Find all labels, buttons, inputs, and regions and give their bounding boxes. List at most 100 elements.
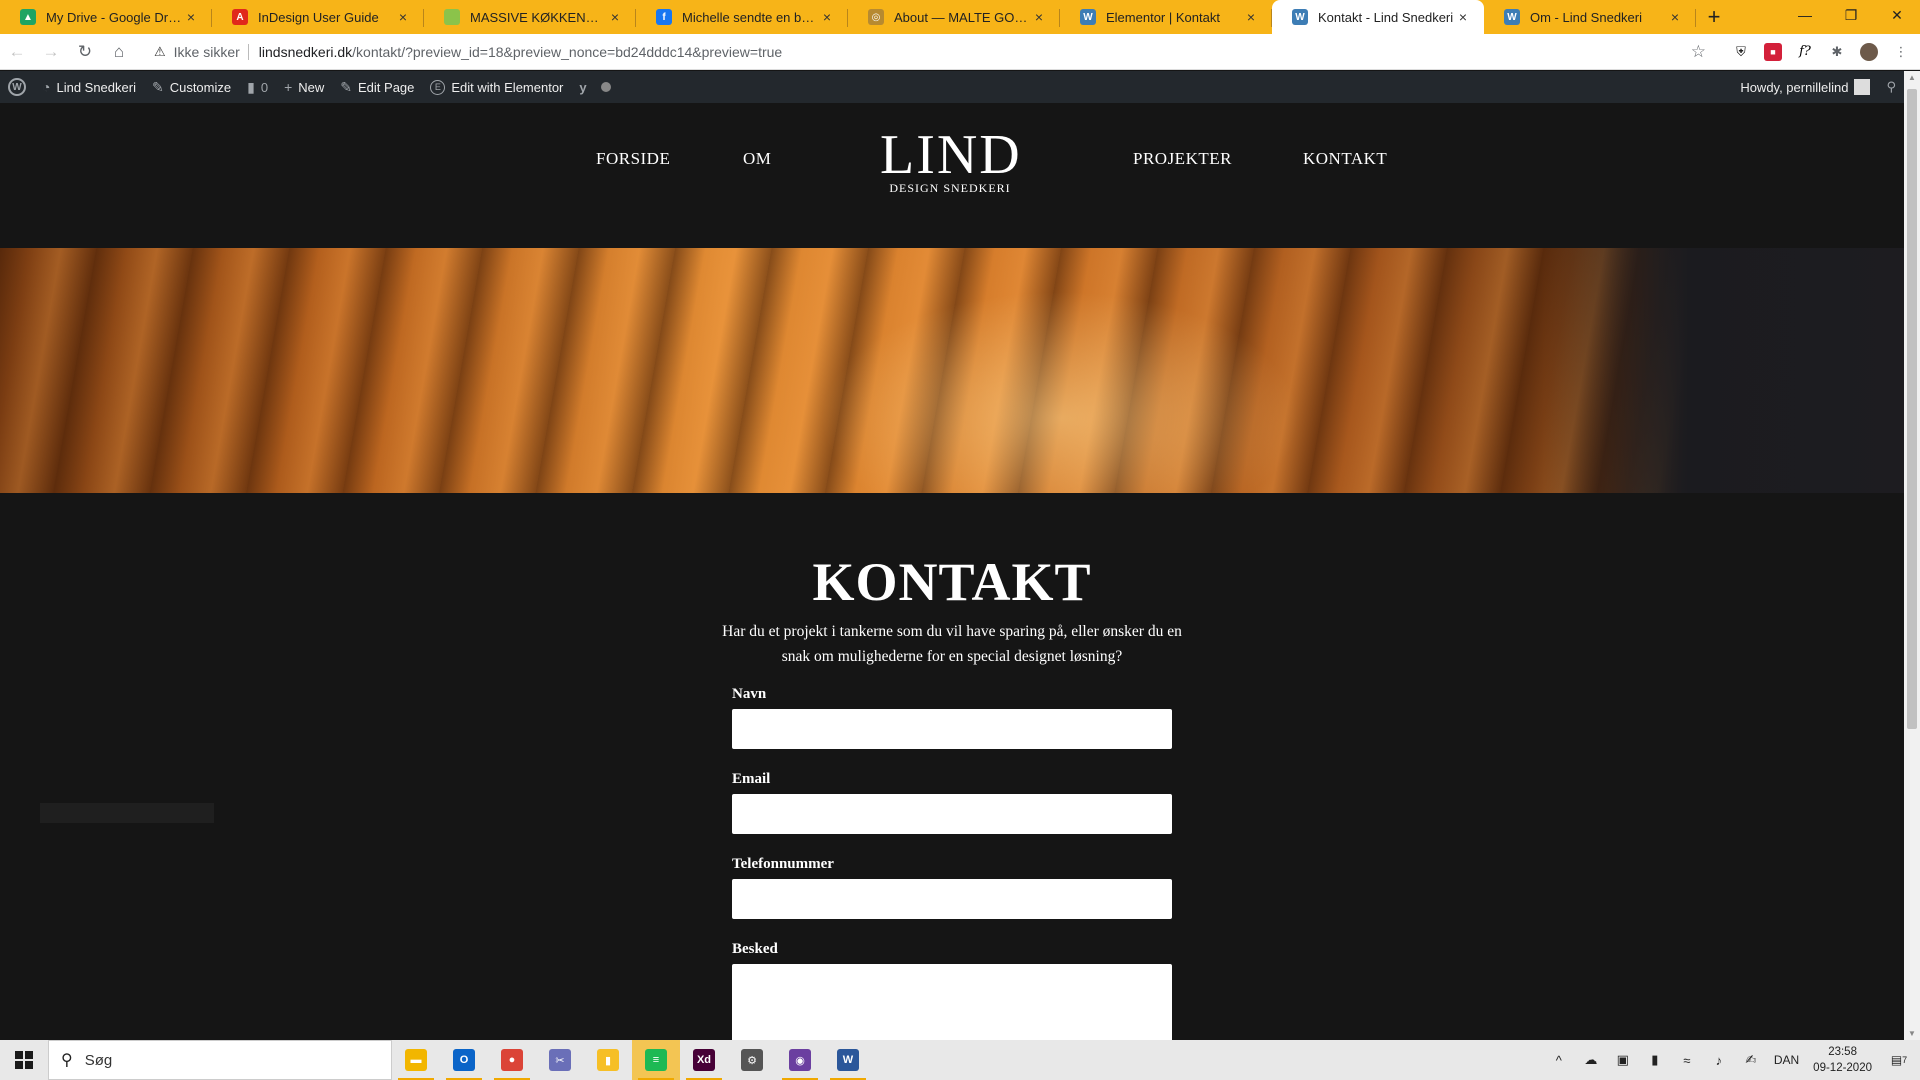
yoast-seo-icon[interactable]: y xyxy=(571,71,618,103)
contact-intro-text: Har du et projekt i tankerne som du vil … xyxy=(722,623,1182,665)
scroll-down-arrow-icon[interactable]: ▼ xyxy=(1908,1029,1916,1038)
file-explorer-icon: ▬ xyxy=(405,1049,427,1071)
new-tab-button[interactable]: + xyxy=(1696,0,1732,34)
tab-favicon-icon: W xyxy=(1080,9,1096,25)
name-field[interactable] xyxy=(732,709,1172,749)
message-field[interactable] xyxy=(732,964,1172,1040)
taskbar-app-google-keep[interactable]: ▮ xyxy=(584,1040,632,1080)
url-path: /kontakt/?preview_id=18&preview_nonce=bd… xyxy=(352,43,783,60)
address-bar[interactable]: ⚠ Ikke sikker lindsnedkeri.dk/kontakt/?p… xyxy=(144,38,1716,66)
cloud-icon[interactable]: ☁ xyxy=(1582,1052,1600,1068)
scroll-up-arrow-icon[interactable]: ▲ xyxy=(1908,73,1916,82)
taskbar-app-snipping-tool[interactable]: ✂ xyxy=(536,1040,584,1080)
taskbar-search[interactable]: ⚲ Søg xyxy=(48,1040,392,1080)
url-host: lindsnedkeri.dk xyxy=(258,43,353,60)
tab-title: Elementor | Kontakt xyxy=(1106,9,1220,25)
bookmark-star-icon[interactable]: ☆ xyxy=(1691,42,1706,62)
browser-tab[interactable]: f Michelle sendte en besked× xyxy=(636,0,848,34)
taskbar-app-word[interactable]: W xyxy=(824,1040,872,1080)
search-icon: ⚲ xyxy=(61,1052,73,1069)
seo-status-dot xyxy=(600,82,611,92)
edit-with-elementor-link[interactable]: E Edit with Elementor xyxy=(422,71,571,103)
back-button[interactable]: ← xyxy=(0,35,34,69)
browser-tab[interactable]: W Elementor | Kontakt × xyxy=(1060,0,1272,34)
snipping-tool-icon: ✂ xyxy=(549,1049,571,1071)
volume-icon[interactable]: ♪ xyxy=(1710,1053,1728,1068)
start-button[interactable] xyxy=(0,1040,48,1080)
tab-close-icon[interactable]: × xyxy=(394,9,412,25)
profile-avatar[interactable] xyxy=(1860,42,1878,61)
page-scrollbar[interactable]: ▲ ▼ xyxy=(1904,71,1920,1040)
clock[interactable]: 23:58 09-12-2020 xyxy=(1813,1044,1872,1076)
font-extension-icon[interactable]: f? xyxy=(1796,43,1814,61)
site-name-link[interactable]: ◔ Lind Snedkeri xyxy=(34,71,144,103)
browser-tab[interactable]: W Om - Lind Snedkeri × xyxy=(1484,0,1696,34)
browser-menu-icon[interactable]: ⋮ xyxy=(1892,43,1910,61)
taskbar-app-file-explorer[interactable]: ▬ xyxy=(392,1040,440,1080)
browser-tab[interactable]: A InDesign User Guide × xyxy=(212,0,424,34)
comments-link[interactable]: ▮ 0 xyxy=(239,71,276,103)
browser-tab-strip: ▲ My Drive - Google Drive × A InDesign User … xyxy=(0,0,1920,34)
close-window-button[interactable]: ✕ xyxy=(1874,0,1920,30)
edit-page-label: Edit Page xyxy=(358,79,415,95)
tab-title: Kontakt - Lind Snedkeri xyxy=(1318,9,1454,25)
tab-title: My Drive - Google Drive xyxy=(46,9,182,25)
user-avatar xyxy=(1854,79,1871,95)
nav-forside[interactable]: FORSIDE xyxy=(596,149,670,169)
battery-icon[interactable]: ▮ xyxy=(1646,1052,1664,1068)
scrollbar-thumb[interactable] xyxy=(1907,89,1917,729)
nav-kontakt[interactable]: KONTAKT xyxy=(1303,149,1387,169)
shield-extension-icon[interactable]: ⛨ xyxy=(1732,43,1750,61)
tab-close-icon[interactable]: × xyxy=(1454,9,1472,25)
taskbar-app-chrome[interactable]: ● xyxy=(488,1040,536,1080)
tab-close-icon[interactable]: × xyxy=(1242,9,1260,25)
language-indicator[interactable]: DAN xyxy=(1774,1053,1799,1067)
tab-title: Michelle sendte en besked xyxy=(682,9,818,25)
tab-close-icon[interactable]: × xyxy=(182,9,200,25)
new-content-link[interactable]: + New xyxy=(276,71,332,103)
site-logo[interactable]: LIND DESIGN SNEDKERI xyxy=(880,127,1020,196)
tab-close-icon[interactable]: × xyxy=(818,9,836,25)
tab-close-icon[interactable]: × xyxy=(1666,9,1684,25)
phone-field[interactable] xyxy=(732,879,1172,919)
nav-om[interactable]: OM xyxy=(743,149,771,169)
wifi-icon[interactable]: ≈ xyxy=(1678,1053,1696,1068)
tab-close-icon[interactable]: × xyxy=(1030,9,1048,25)
taskbar-app-app-purple[interactable]: ◉ xyxy=(776,1040,824,1080)
admin-search-icon[interactable]: ⚲ xyxy=(1878,71,1904,103)
hero-wood-image xyxy=(0,248,1904,493)
browser-tab[interactable]: W Kontakt - Lind Snedkeri × xyxy=(1272,0,1484,34)
taskbar-app-spotify[interactable]: ≡ xyxy=(632,1040,680,1080)
comments-count: 0 xyxy=(260,79,269,95)
customize-link[interactable]: ✎ Customize xyxy=(144,71,239,103)
reload-button[interactable]: ↻ xyxy=(68,35,102,69)
restore-button[interactable]: ❐ xyxy=(1828,0,1874,30)
home-button[interactable]: ⌂ xyxy=(102,35,136,69)
pen-icon[interactable]: ✍ xyxy=(1742,1052,1760,1068)
tray-expand-icon[interactable]: ^ xyxy=(1550,1053,1568,1068)
taskbar-app-outlook[interactable]: O xyxy=(440,1040,488,1080)
tray-window-icon[interactable]: ▣ xyxy=(1614,1052,1632,1068)
minimize-button[interactable]: — xyxy=(1782,0,1828,30)
notification-center-button[interactable]: ▤ 7 xyxy=(1886,1049,1912,1071)
red-extension-icon[interactable]: ■ xyxy=(1764,42,1782,61)
taskbar-app-settings[interactable]: ⚙ xyxy=(728,1040,776,1080)
email-field[interactable] xyxy=(732,794,1172,834)
tab-close-icon[interactable]: × xyxy=(606,9,624,25)
puzzle-extensions-icon[interactable]: ✱ xyxy=(1828,43,1846,61)
security-label[interactable]: Ikke sikker xyxy=(174,44,240,60)
tab-favicon-icon: A xyxy=(232,9,248,25)
clock-date: 09-12-2020 xyxy=(1813,1062,1872,1074)
nav-projekter[interactable]: PROJEKTER xyxy=(1133,149,1232,169)
wordpress-logo-icon[interactable]: W xyxy=(0,71,34,103)
faint-overlay-element xyxy=(40,803,214,823)
browser-tab[interactable]: MASSIVE KØKKENER - Søgs× xyxy=(424,0,636,34)
edit-page-link[interactable]: ✎ Edit Page xyxy=(332,71,422,103)
account-menu[interactable]: Howdy, pernillelind xyxy=(1732,71,1878,103)
warning-icon[interactable]: ⚠ xyxy=(154,44,166,60)
forward-button[interactable]: → xyxy=(34,35,68,69)
browser-tab[interactable]: ◎ About — MALTE GORMSEN× xyxy=(848,0,1060,34)
browser-tab[interactable]: ▲ My Drive - Google Drive × xyxy=(0,0,212,34)
admin-bar-right: Howdy, pernillelind ⚲ xyxy=(1732,71,1904,103)
taskbar-app-adobe-xd[interactable]: Xd xyxy=(680,1040,728,1080)
